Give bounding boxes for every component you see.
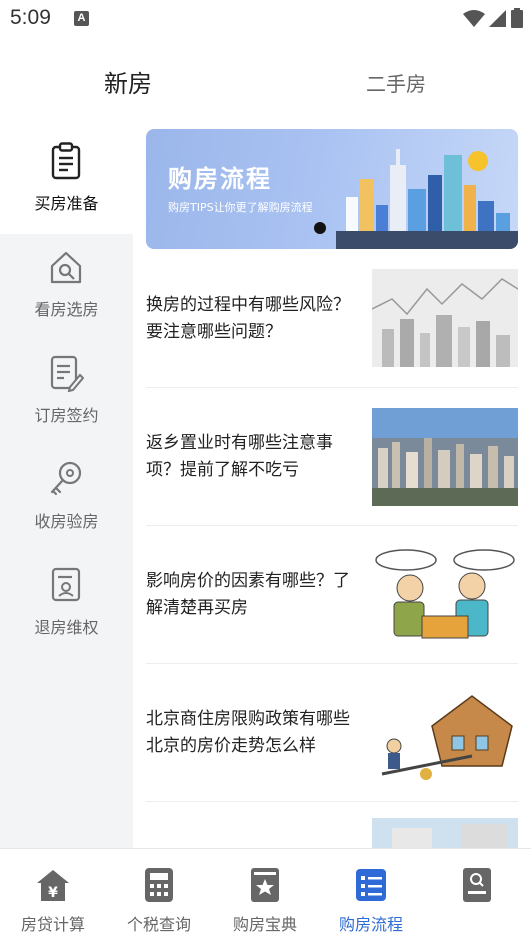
nav-purchase-process[interactable]: 购房流程 xyxy=(318,849,424,945)
notification-icon: A xyxy=(74,11,89,26)
key-icon xyxy=(50,461,82,496)
sidebar-item-view-house[interactable]: 看房选房 xyxy=(0,234,133,340)
sidebar: 买房准备 看房选房 订房签约 收房验房 退房维权 xyxy=(0,128,133,848)
svg-text:¥: ¥ xyxy=(48,885,58,901)
sidebar-item-label: 收房验房 xyxy=(34,512,99,531)
nav-tax-query[interactable]: 个税查询 xyxy=(106,849,212,945)
bottom-nav: ¥ 房贷计算 个税查询 购房宝典 购房流程 xyxy=(0,848,531,945)
carousel-indicator xyxy=(314,222,326,234)
article-item[interactable]: 换房的过程中有哪些风险？要注意哪些问题？ xyxy=(146,250,518,388)
tax-calculator-icon xyxy=(145,868,173,902)
banner-subtitle: 购房TIPS让你更了解购房流程 xyxy=(168,201,313,214)
banner-title: 购房流程 xyxy=(168,165,272,193)
sidebar-item-buy-prep[interactable]: 买房准备 xyxy=(0,128,133,234)
nav-label: 房贷计算 xyxy=(20,915,85,934)
nav-label: 个税查询 xyxy=(126,915,191,934)
article-title: 换房的过程中有哪些风险？要注意哪些问题？ xyxy=(146,295,350,342)
sidebar-item-inspect[interactable]: 收房验房 xyxy=(0,446,133,552)
article-thumbnail xyxy=(372,686,518,784)
city-skyline-illustration xyxy=(336,149,518,249)
article-item[interactable] xyxy=(146,802,518,848)
refund-document-icon xyxy=(51,567,81,602)
article-title: 影响房价的因素有哪些？了解清楚再买房 xyxy=(146,571,350,618)
article-thumbnail xyxy=(372,818,518,848)
article-thumbnail xyxy=(372,408,518,506)
guide-book-icon xyxy=(251,868,279,902)
house-search-icon xyxy=(50,251,82,284)
battery-icon xyxy=(511,8,523,28)
sidebar-item-sign-contract[interactable]: 订房签约 xyxy=(0,340,133,446)
sidebar-item-label: 订房签约 xyxy=(34,406,99,425)
sidebar-item-refund-rights[interactable]: 退房维权 xyxy=(0,552,133,658)
clipboard-icon xyxy=(51,142,81,180)
loan-calculator-icon: ¥ xyxy=(37,870,69,901)
article-title: 北京商住房限购政策有哪些北京的房价走势怎么样 xyxy=(146,709,350,756)
profile-search-icon xyxy=(463,868,491,902)
signal-icon xyxy=(489,10,506,27)
sidebar-item-label: 买房准备 xyxy=(34,194,99,213)
sidebar-item-label: 看房选房 xyxy=(34,300,99,319)
article-item[interactable]: 北京商住房限购政策有哪些北京的房价走势怎么样 xyxy=(146,664,518,802)
sidebar-item-label: 退房维权 xyxy=(34,618,99,637)
nav-label: 购房流程 xyxy=(338,915,403,934)
tab-new-house[interactable]: 新房 xyxy=(104,64,152,99)
sign-document-icon xyxy=(50,355,84,392)
nav-label: 购房宝典 xyxy=(232,915,297,934)
nav-loan-calculator[interactable]: ¥ 房贷计算 xyxy=(0,849,106,945)
article-thumbnail xyxy=(372,269,518,367)
wifi-icon xyxy=(463,10,485,27)
status-bar: 5:09 A xyxy=(0,0,531,36)
status-time: 5:09 xyxy=(10,6,51,29)
top-tabs: 新房 二手房 xyxy=(0,50,531,110)
banner-purchase-process[interactable]: 购房流程 购房TIPS让你更了解购房流程 xyxy=(146,129,518,249)
process-list-icon xyxy=(356,869,386,901)
nav-profile[interactable] xyxy=(424,849,530,945)
nav-purchase-guide[interactable]: 购房宝典 xyxy=(212,849,318,945)
article-title: 返乡置业时有哪些注意事项？提前了解不吃亏 xyxy=(146,433,333,480)
tab-second-hand-house[interactable]: 二手房 xyxy=(366,68,426,97)
article-item[interactable]: 返乡置业时有哪些注意事项？提前了解不吃亏 xyxy=(146,388,518,526)
status-icons xyxy=(463,8,523,28)
article-thumbnail xyxy=(372,546,518,644)
article-item[interactable]: 影响房价的因素有哪些？了解清楚再买房 xyxy=(146,526,518,664)
